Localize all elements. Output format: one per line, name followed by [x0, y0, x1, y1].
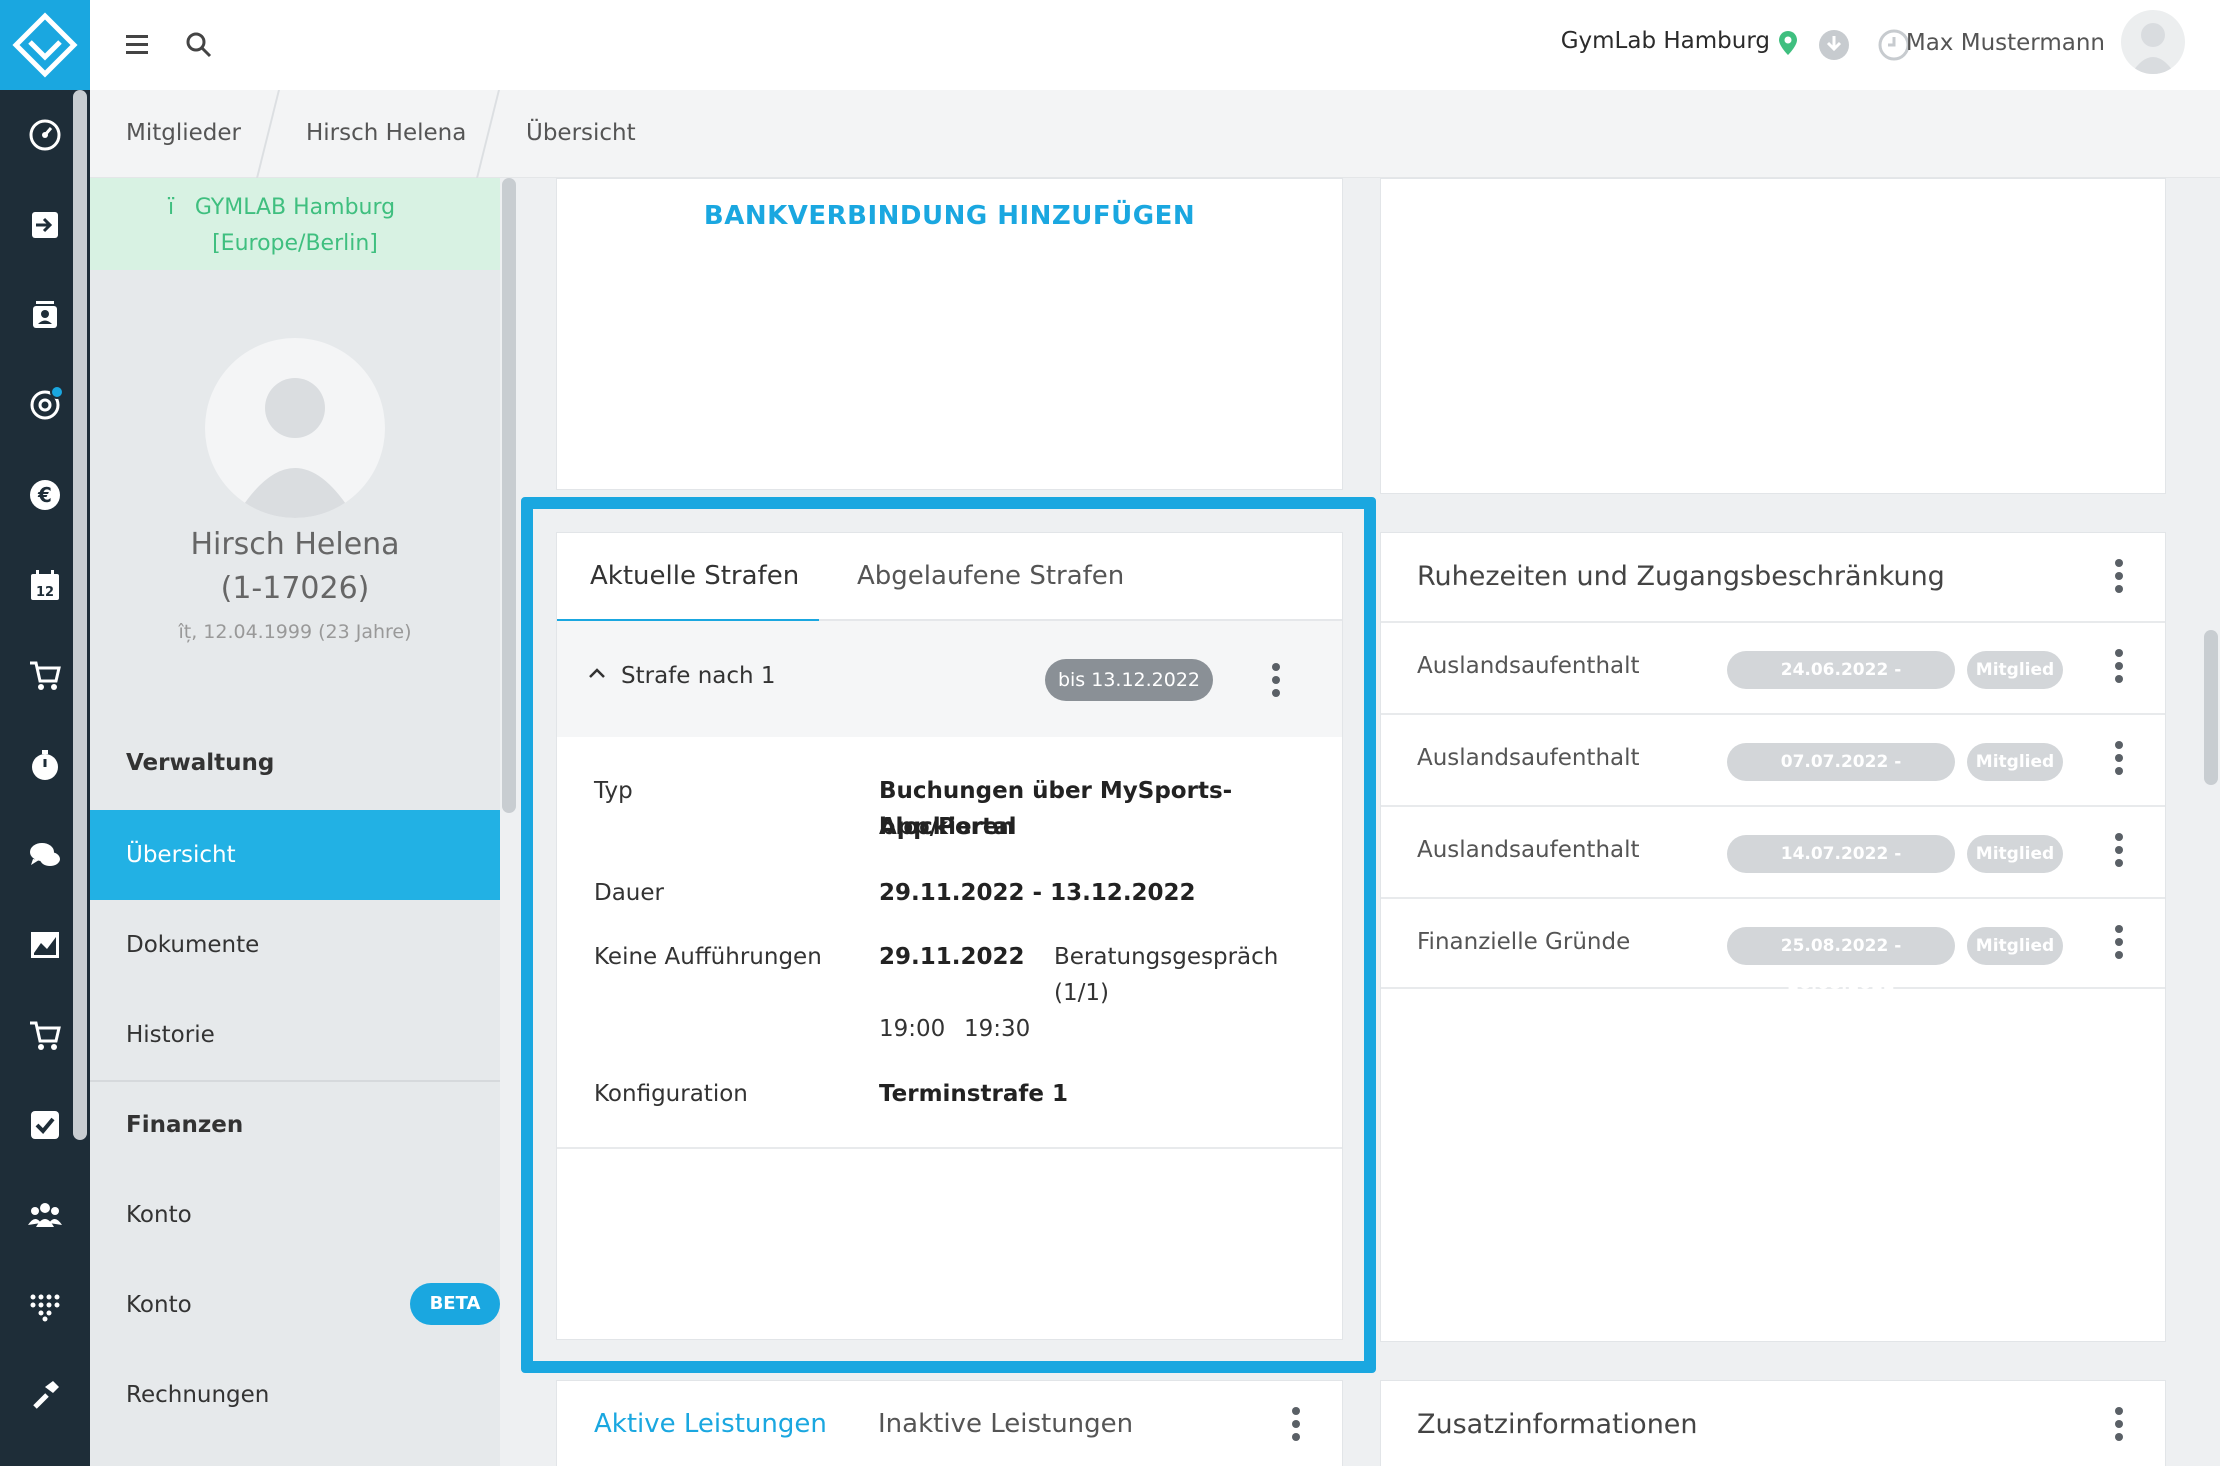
right-top-card [1380, 178, 2166, 494]
rest-date-range: 24.06.2022 - 26.06.2022 [1727, 651, 1955, 718]
svg-text:€: € [37, 483, 52, 507]
more-options-icon[interactable] [2109, 925, 2129, 959]
breadcrumb-member[interactable]: Hirsch Helena [306, 120, 466, 146]
rest-periods-title: Ruhezeiten und Zugangsbeschränkung [1417, 561, 1945, 592]
app-rail: € 12 [0, 0, 90, 1466]
bank-card: BANKVERBINDUNG HINZUFÜGEN [556, 178, 1343, 490]
info-icon: ï [168, 195, 175, 220]
user-avatar[interactable] [2121, 10, 2185, 74]
nav-history[interactable]: Historie [90, 990, 500, 1080]
tab-inactive-services[interactable]: Inaktive Leistungen [878, 1409, 1133, 1439]
more-options-icon[interactable] [2109, 649, 2129, 683]
member-name: Hirsch Helena (1-17026) [90, 523, 500, 611]
rest-reason: Auslandsaufenthalt [1417, 745, 1640, 771]
list-item[interactable]: Auslandsaufenthalt 24.06.2022 - 26.06.20… [1381, 621, 2165, 718]
breadcrumb: Mitglieder Hirsch Helena Übersicht [90, 90, 2220, 178]
tools-icon[interactable] [0, 1365, 90, 1425]
extra-info-card: Zusatzinformationen [1380, 1380, 2166, 1466]
rest-date-range: 07.07.2022 - 08.07.2022 [1727, 743, 1955, 810]
breadcrumb-current: Übersicht [526, 120, 636, 146]
nav-account[interactable]: Konto [90, 1170, 500, 1260]
app-logo[interactable] [0, 0, 90, 90]
top-bar: GymLab Hamburg Max Mustermann [90, 0, 2220, 90]
timezone-banner: ï GYMLAB Hamburg [Europe/Berlin] [90, 178, 500, 270]
rest-tag: Mitglied [1967, 835, 2063, 873]
rest-reason: Auslandsaufenthalt [1417, 837, 1640, 863]
services-card: Aktive Leistungen Inaktive Leistungen [556, 1380, 1343, 1466]
beta-badge: BETA [410, 1283, 500, 1325]
menu-icon[interactable] [118, 24, 160, 66]
member-sidebar: ï GYMLAB Hamburg [Europe/Berlin] Hirsch … [90, 178, 516, 1466]
list-item[interactable]: Auslandsaufenthalt 14.07.2022 - 16.07.20… [1381, 805, 2165, 902]
rest-reason: Finanzielle Gründe [1417, 929, 1631, 955]
tab-active-services[interactable]: Aktive Leistungen [594, 1409, 827, 1439]
section-divider [90, 1080, 500, 1082]
studio-timezone: [Europe/Berlin] [212, 231, 378, 256]
rest-tag: Mitglied [1967, 651, 2063, 689]
member-avatar[interactable] [205, 338, 385, 518]
apps-grid-icon[interactable] [0, 1275, 90, 1335]
section-finance: Finanzen [126, 1112, 244, 1138]
add-bank-account-link[interactable]: BANKVERBINDUNG HINZUFÜGEN [557, 201, 1342, 231]
studio-location[interactable]: GymLab Hamburg [1561, 28, 1770, 54]
rest-periods-card: Ruhezeiten und Zugangsbeschränkung Ausla… [1380, 532, 2166, 1342]
rest-date-range: 25.08.2022 - 26.08.2022 [1727, 927, 1955, 994]
breadcrumb-members[interactable]: Mitglieder [126, 120, 241, 146]
sidebar-scrollbar[interactable] [502, 178, 516, 813]
list-item[interactable]: Auslandsaufenthalt 07.07.2022 - 08.07.20… [1381, 713, 2165, 810]
groups-icon[interactable] [0, 1185, 90, 1245]
notification-dot [50, 385, 64, 399]
extra-info-title: Zusatzinformationen [1417, 1409, 1698, 1440]
rest-reason: Auslandsaufenthalt [1417, 653, 1640, 679]
rest-date-range: 14.07.2022 - 16.07.2022 [1727, 835, 1955, 902]
list-item[interactable]: Finanzielle Gründe 25.08.2022 - 26.08.20… [1381, 897, 2165, 994]
svg-text:12: 12 [36, 585, 54, 600]
rest-tag: Mitglied [1967, 743, 2063, 781]
breadcrumb-separator [476, 90, 500, 178]
member-birthdate: îț, 12.04.1999 (23 Jahre) [178, 621, 412, 643]
section-admin: Verwaltung [126, 750, 275, 776]
more-options-icon[interactable] [2109, 833, 2129, 867]
search-icon[interactable] [178, 24, 220, 66]
more-options-icon[interactable] [1286, 1407, 1306, 1441]
rest-tag: Mitglied [1967, 927, 2063, 965]
breadcrumb-separator [256, 90, 280, 178]
location-pin-icon [1778, 30, 1798, 60]
nav-documents[interactable]: Dokumente [90, 900, 500, 990]
more-options-icon[interactable] [2109, 1407, 2129, 1441]
more-options-icon[interactable] [2109, 559, 2129, 593]
nav-overview[interactable]: Übersicht [90, 810, 500, 900]
rail-scrollbar[interactable] [73, 90, 87, 1140]
download-icon[interactable] [1813, 24, 1855, 66]
user-name[interactable]: Max Mustermann [1906, 30, 2105, 56]
nav-invoices[interactable]: Rechnungen [90, 1350, 500, 1440]
member-number: (1-17026) [220, 571, 370, 606]
more-options-icon[interactable] [2109, 741, 2129, 775]
studio-name: GYMLAB Hamburg [194, 195, 396, 220]
highlight-frame [521, 497, 1376, 1373]
main-scrollbar[interactable] [2204, 630, 2218, 785]
logo-diamond-icon [12, 12, 78, 78]
